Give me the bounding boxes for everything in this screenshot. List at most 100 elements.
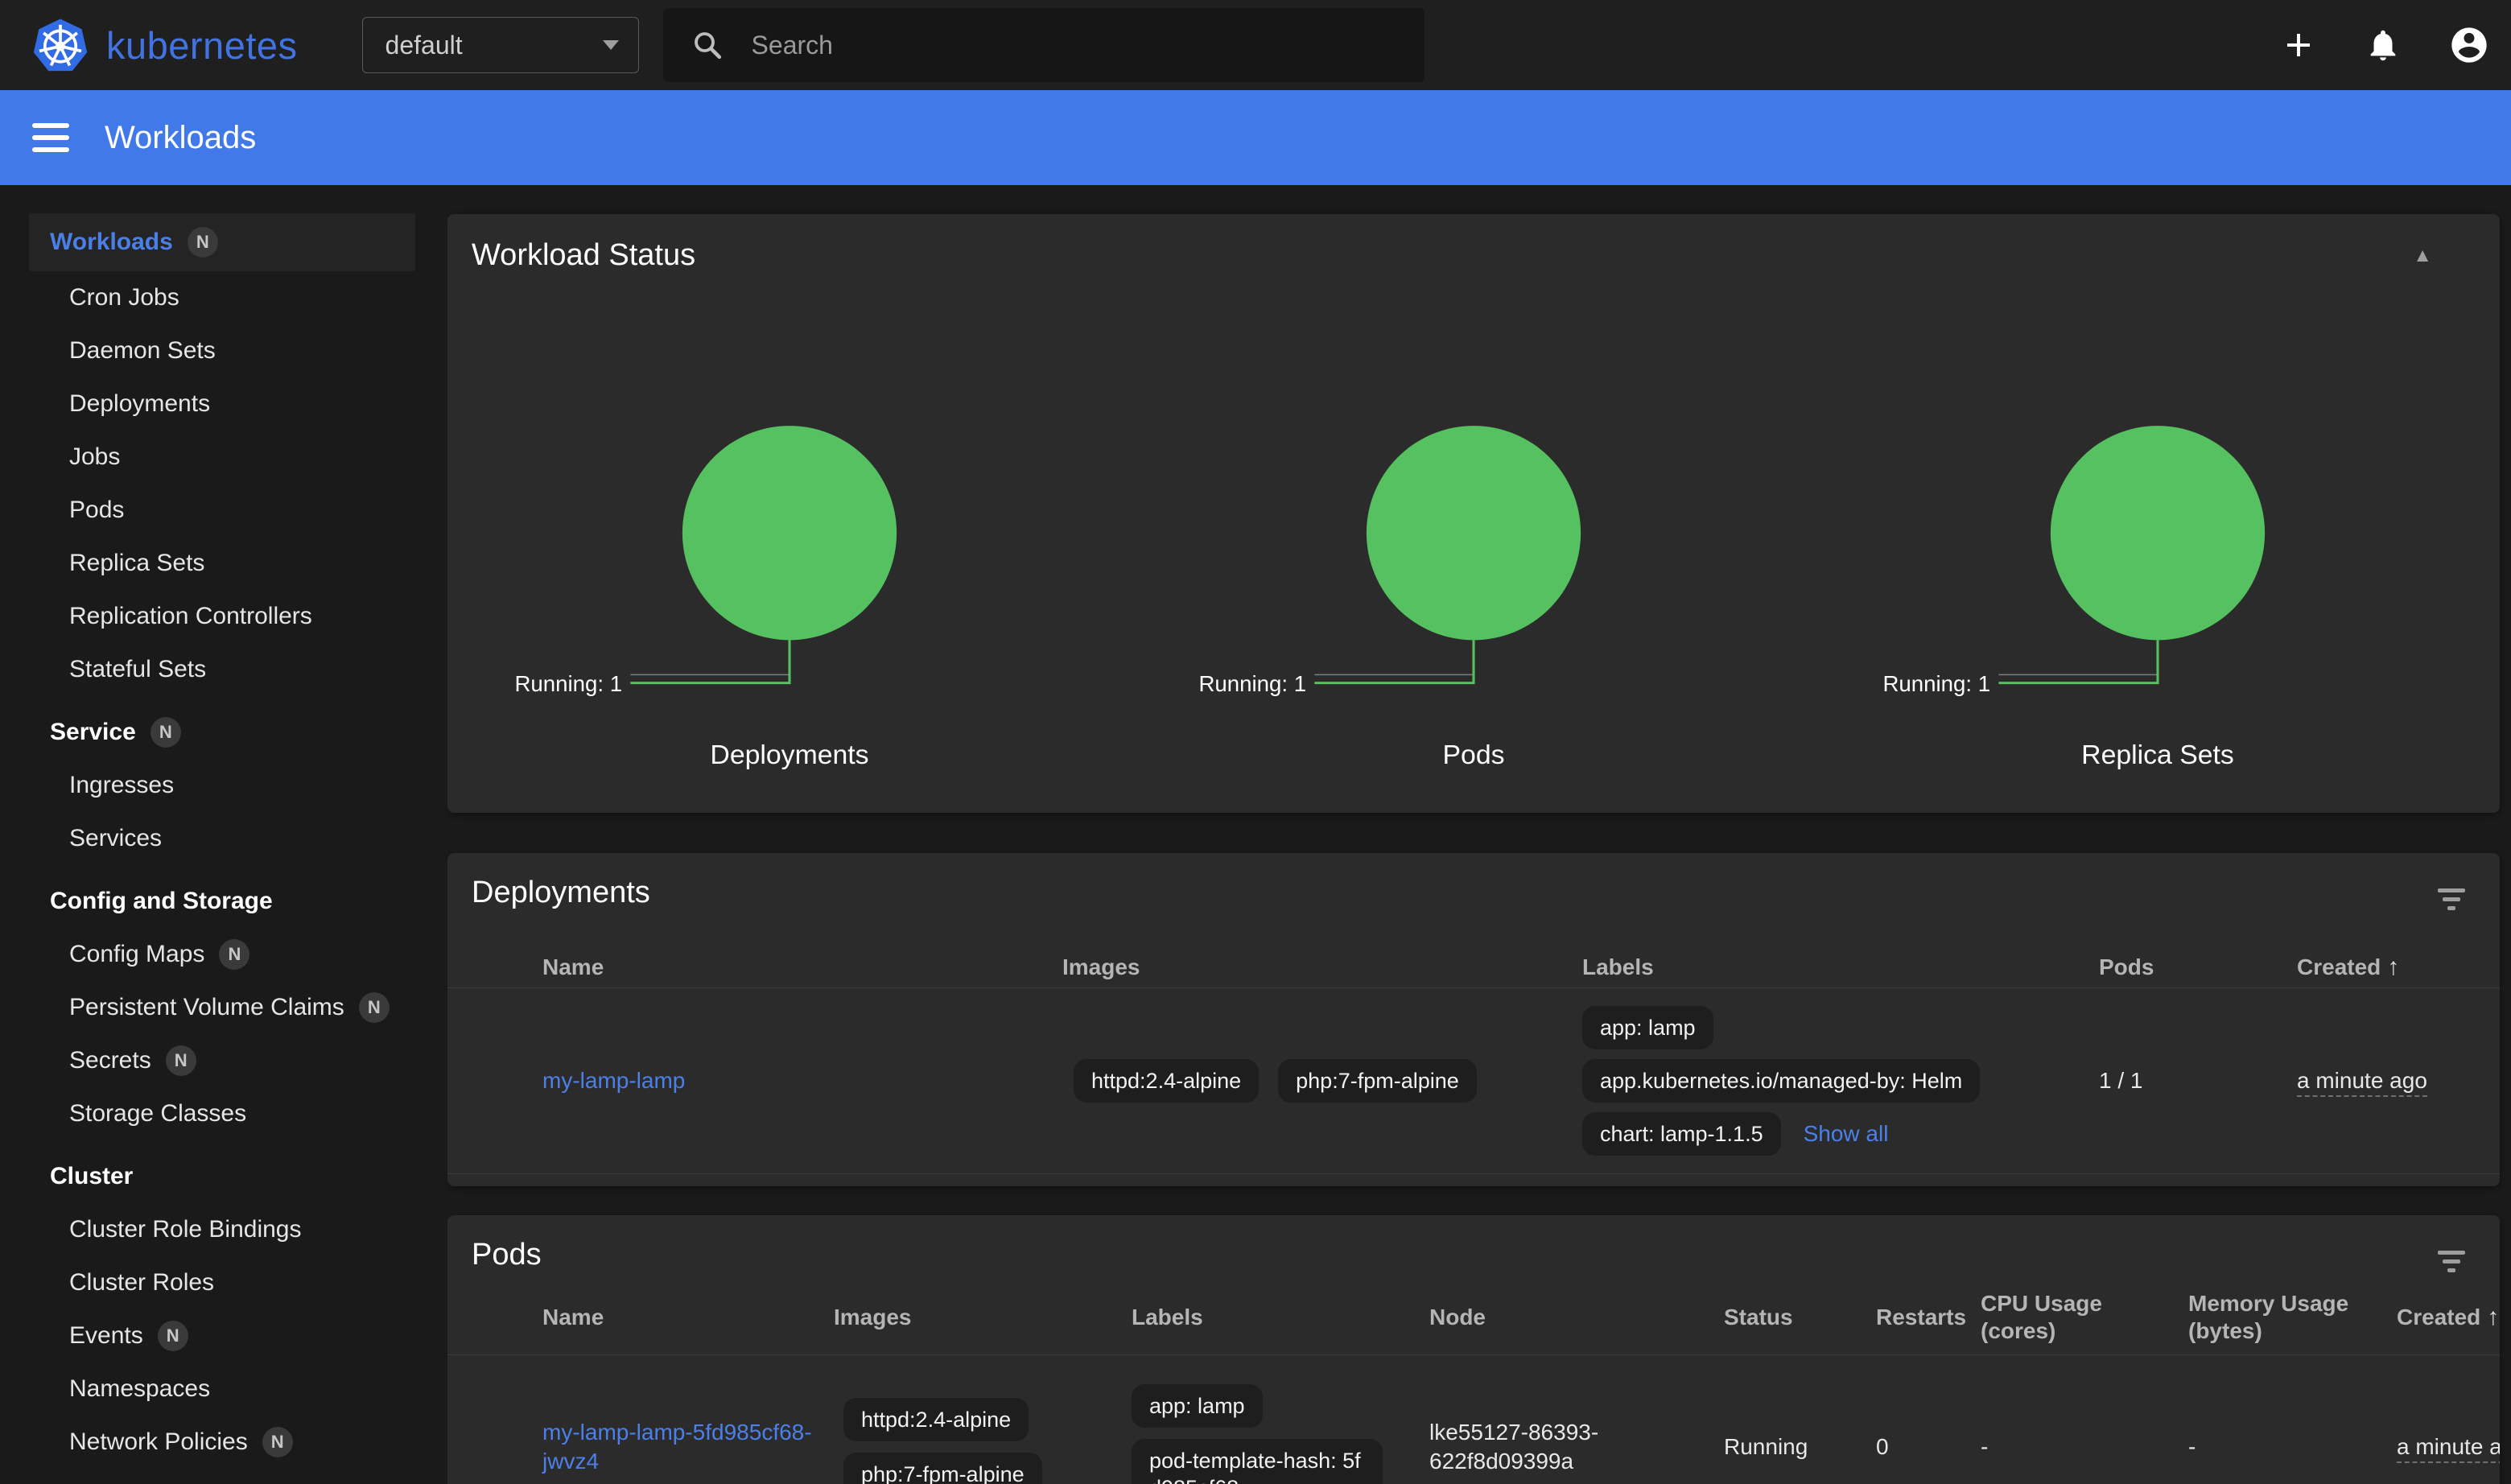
sidebar-item-cluster-role-bindings[interactable]: Cluster Role Bindings (0, 1203, 447, 1256)
label-chip: app: lamp (1582, 1006, 1713, 1049)
bell-icon (2365, 27, 2402, 64)
pie-slice-running[interactable] (682, 426, 897, 640)
deployments-card: Deployments Name Images Labels Pods Crea… (447, 853, 2500, 1186)
sidebar-item-stateful-sets[interactable]: Stateful Sets (0, 643, 447, 696)
sidebar-item-network-policies[interactable]: Network Policies N (0, 1416, 447, 1469)
pod-name-link[interactable]: my-lamp-lamp-5fd985cf68-jwvz4 (542, 1420, 812, 1474)
deployments-pie-chart: Running: 1 Deployments (447, 423, 1132, 810)
namespaced-badge: N (262, 1427, 293, 1457)
sidebar-nav: Workloads N Cron Jobs Daemon Sets Deploy… (0, 185, 447, 1484)
filter-icon[interactable] (2437, 888, 2466, 915)
image-chip: httpd:2.4-alpine (1074, 1059, 1259, 1103)
column-header-labels: Labels (1582, 954, 2099, 981)
deployment-name-link[interactable]: my-lamp-lamp (542, 1068, 685, 1093)
workload-status-title: Workload Status (472, 238, 695, 273)
kubernetes-logo[interactable]: kubernetes (31, 15, 298, 75)
column-header-labels: Labels (1132, 1304, 1429, 1331)
notifications-button[interactable] (2365, 27, 2402, 64)
chart-title: Replica Sets (2081, 740, 2234, 770)
sidebar-item-pods[interactable]: Pods (0, 484, 447, 537)
namespaced-badge: N (150, 717, 181, 748)
search-icon (691, 28, 724, 62)
chart-title: Deployments (710, 740, 868, 770)
sidebar-item-events[interactable]: Events N (0, 1309, 447, 1362)
label-chip: chart: lamp-1.1.5 (1582, 1112, 1781, 1156)
sidebar-item-ingresses[interactable]: Ingresses (0, 759, 447, 812)
sidebar-item-storage-classes[interactable]: Storage Classes (0, 1087, 447, 1140)
namespaced-badge: N (158, 1321, 188, 1351)
namespace-selected-value: default (386, 31, 463, 60)
pods-pie-chart: Running: 1 Pods (1132, 423, 1816, 810)
sidebar-item-jobs[interactable]: Jobs (0, 431, 447, 484)
workload-status-charts: Running: 1 Deployments Running: 1 Pods (447, 423, 2500, 810)
created-cell: a minute ago (2397, 1434, 2500, 1463)
top-bar: kubernetes default (0, 0, 2511, 90)
chevron-down-icon (603, 40, 619, 50)
deployments-table-header: Name Images Labels Pods Created ↑ (447, 947, 2500, 987)
pods-card-title: Pods (472, 1238, 2500, 1272)
namespaced-badge: N (359, 992, 390, 1023)
sidebar-item-persistent-volume-claims[interactable]: Persistent Volume Claims N (0, 981, 447, 1034)
sidebar-item-deployments[interactable]: Deployments (0, 377, 447, 431)
pod-row: my-lamp-lamp-5fd985cf68-jwvz4 httpd:2.4-… (447, 1354, 2500, 1484)
pie-slice-running[interactable] (1367, 426, 1581, 640)
label-chip: app.kubernetes.io/managed-by: Helm (1582, 1059, 1980, 1103)
image-chip: php:7-fpm-alpine (843, 1453, 1042, 1484)
pie-slice-running[interactable] (2051, 426, 2265, 640)
replica-sets-pie-chart: Running: 1 Replica Sets (1816, 423, 2500, 810)
pods-card: Pods Name Images Labels Node Status Rest… (447, 1215, 2500, 1484)
filter-icon[interactable] (2437, 1251, 2466, 1277)
label-chip: app: lamp (1132, 1384, 1263, 1428)
page-title: Workloads (105, 120, 256, 156)
image-chip: php:7-fpm-alpine (1278, 1059, 1477, 1103)
column-header-name[interactable]: Name (542, 954, 1062, 981)
image-chip: httpd:2.4-alpine (843, 1398, 1029, 1441)
namespace-selector[interactable]: default (362, 17, 639, 73)
plus-icon (2279, 26, 2318, 64)
pie-callout-label: Running: 1 (1882, 671, 1990, 696)
workload-status-card: Workload Status ▲ Running: 1 Deployments (447, 214, 2500, 813)
sidebar-section-config-and-storage: Config and Storage (0, 875, 447, 928)
column-header-cpu: CPU Usage (cores) (1981, 1290, 2188, 1345)
status-cell: Running (1724, 1432, 1876, 1461)
deployment-row: my-lamp-lamp httpd:2.4-alpine php:7-fpm-… (447, 987, 2500, 1174)
pie-callout-label: Running: 1 (514, 671, 622, 696)
sort-ascending-icon: ↑ (2387, 954, 2399, 981)
column-header-pods: Pods (2099, 954, 2297, 981)
column-header-name[interactable]: Name (542, 1304, 834, 1331)
main-content: Workload Status ▲ Running: 1 Deployments (447, 185, 2511, 1484)
sidebar-section-service: Service N (0, 706, 447, 759)
sidebar-item-workloads[interactable]: Workloads N (29, 213, 415, 271)
sidebar-item-daemon-sets[interactable]: Daemon Sets (0, 324, 447, 377)
sidebar-item-cron-jobs[interactable]: Cron Jobs (0, 271, 447, 324)
pods-count-cell: 1 / 1 (2099, 1066, 2297, 1095)
restarts-cell: 0 (1876, 1432, 1981, 1461)
show-all-labels-link[interactable]: Show all (1804, 1119, 1889, 1148)
pie-callout-label: Running: 1 (1198, 671, 1306, 696)
sidebar-item-secrets[interactable]: Secrets N (0, 1034, 447, 1087)
pods-table-header: Name Images Labels Node Status Restarts … (447, 1280, 2500, 1354)
account-circle-icon (2448, 24, 2490, 66)
column-header-created[interactable]: Created ↑ (2297, 954, 2500, 981)
menu-button[interactable] (32, 123, 71, 152)
column-header-created[interactable]: Created ↑ (2397, 1304, 2500, 1331)
search-bar[interactable] (663, 8, 1425, 82)
user-account-button[interactable] (2448, 24, 2490, 66)
sidebar-item-replication-controllers[interactable]: Replication Controllers (0, 590, 447, 643)
sidebar-item-config-maps[interactable]: Config Maps N (0, 928, 447, 981)
sidebar-item-namespaces[interactable]: Namespaces (0, 1362, 447, 1416)
namespaced-badge: N (188, 227, 218, 258)
column-header-images: Images (834, 1304, 1132, 1331)
app-bar: Workloads (0, 90, 2511, 185)
namespaced-badge: N (219, 939, 249, 970)
namespaced-badge: N (166, 1045, 196, 1076)
create-resource-button[interactable] (2279, 26, 2318, 64)
sidebar-item-services[interactable]: Services (0, 812, 447, 865)
collapse-card-icon[interactable]: ▲ (2413, 246, 2432, 266)
search-input[interactable] (752, 31, 1425, 60)
chart-title: Pods (1443, 740, 1505, 770)
sidebar-item-cluster-roles[interactable]: Cluster Roles (0, 1256, 447, 1309)
sidebar-item-replica-sets[interactable]: Replica Sets (0, 537, 447, 590)
column-header-memory: Memory Usage (bytes) (2188, 1290, 2397, 1345)
cpu-usage-cell: - (1981, 1432, 2188, 1461)
